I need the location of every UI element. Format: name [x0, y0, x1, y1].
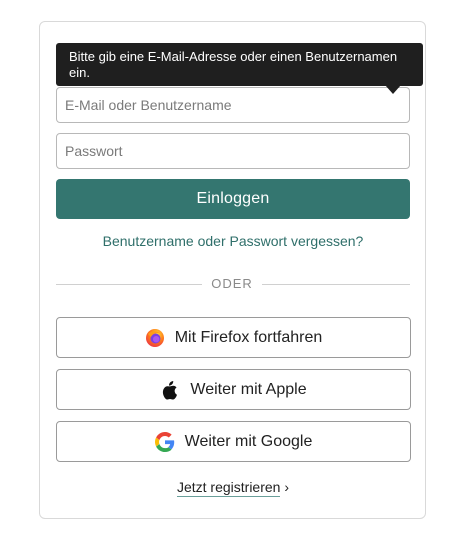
firefox-login-label: Mit Firefox fortfahren [174, 328, 323, 346]
email-field[interactable] [56, 87, 410, 123]
apple-icon [160, 380, 180, 400]
apple-login-label: Weiter mit Apple [190, 380, 307, 398]
password-field[interactable] [56, 133, 410, 169]
divider-line-right [262, 284, 410, 285]
forgot-password-link[interactable]: Benutzername oder Passwort vergessen? [56, 233, 410, 249]
register-label: Jetzt registrieren [176, 479, 281, 497]
login-button[interactable]: Einloggen [56, 179, 410, 219]
divider-line-left [56, 284, 202, 285]
firefox-icon [145, 328, 165, 348]
tooltip-arrow [385, 85, 401, 94]
google-icon [154, 431, 175, 452]
forgot-password-label: Benutzername oder Passwort vergessen? [102, 233, 364, 249]
tooltip-text: Bitte gib eine E-Mail-Adresse oder einen… [69, 49, 398, 80]
firefox-login-button[interactable]: Mit Firefox fortfahren [56, 317, 411, 358]
login-button-label: Einloggen [196, 190, 270, 207]
chevron-right-icon: › [284, 479, 290, 495]
google-login-button[interactable]: Weiter mit Google [56, 421, 411, 462]
divider-label: ODER [211, 276, 253, 291]
apple-login-button[interactable]: Weiter mit Apple [56, 369, 411, 410]
register-link[interactable]: Jetzt registrieren › [56, 479, 410, 497]
google-login-label: Weiter mit Google [184, 432, 313, 450]
validation-tooltip: Bitte gib eine E-Mail-Adresse oder einen… [56, 43, 423, 86]
